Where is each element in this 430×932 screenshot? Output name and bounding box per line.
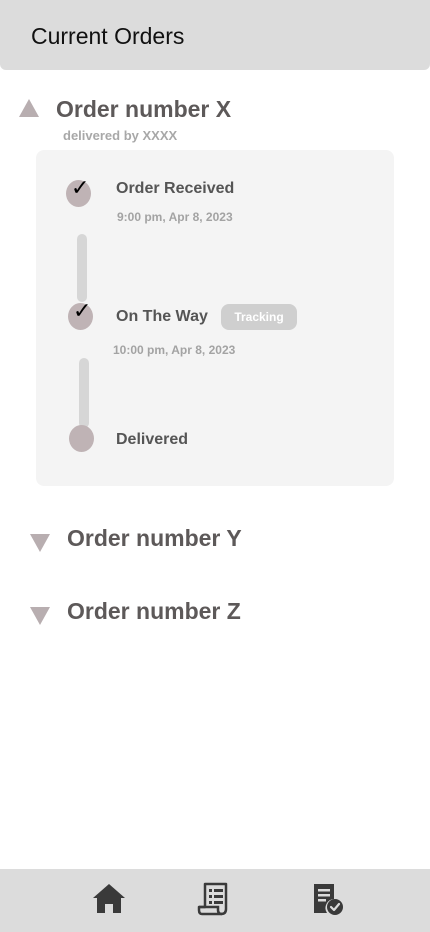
receipt-icon[interactable] bbox=[196, 881, 232, 917]
timeline-connector bbox=[77, 234, 87, 302]
collapse-triangle-icon[interactable] bbox=[19, 99, 39, 117]
order-check-icon[interactable] bbox=[310, 881, 346, 917]
page-title: Current Orders bbox=[31, 23, 185, 49]
expand-triangle-icon[interactable] bbox=[30, 534, 50, 552]
step-label-delivered: Delivered bbox=[116, 431, 189, 448]
tracking-button[interactable]: Tracking bbox=[221, 304, 297, 330]
timeline-connector bbox=[79, 358, 89, 428]
order-title-y[interactable]: Order number Y bbox=[67, 525, 242, 552]
checkmark-icon: ✓ bbox=[71, 175, 90, 200]
bottom-nav bbox=[0, 869, 430, 932]
checkmark-icon: ✓ bbox=[73, 298, 92, 323]
home-icon[interactable] bbox=[91, 881, 127, 917]
step-time-on-the-way: 10:00 pm, Apr 8, 2023 bbox=[113, 343, 236, 357]
step-status-dot bbox=[69, 425, 94, 452]
order-title-z[interactable]: Order number Z bbox=[67, 598, 241, 625]
header-bar: Current Orders bbox=[0, 0, 430, 70]
order-title-x[interactable]: Order number X bbox=[56, 96, 231, 123]
expand-triangle-icon[interactable] bbox=[30, 607, 50, 625]
order-delivered-by: delivered by XXXX bbox=[63, 128, 178, 143]
step-label-on-the-way: On The Way bbox=[116, 308, 208, 325]
step-label-received: Order Received bbox=[116, 180, 235, 197]
step-time-received: 9:00 pm, Apr 8, 2023 bbox=[117, 210, 233, 224]
